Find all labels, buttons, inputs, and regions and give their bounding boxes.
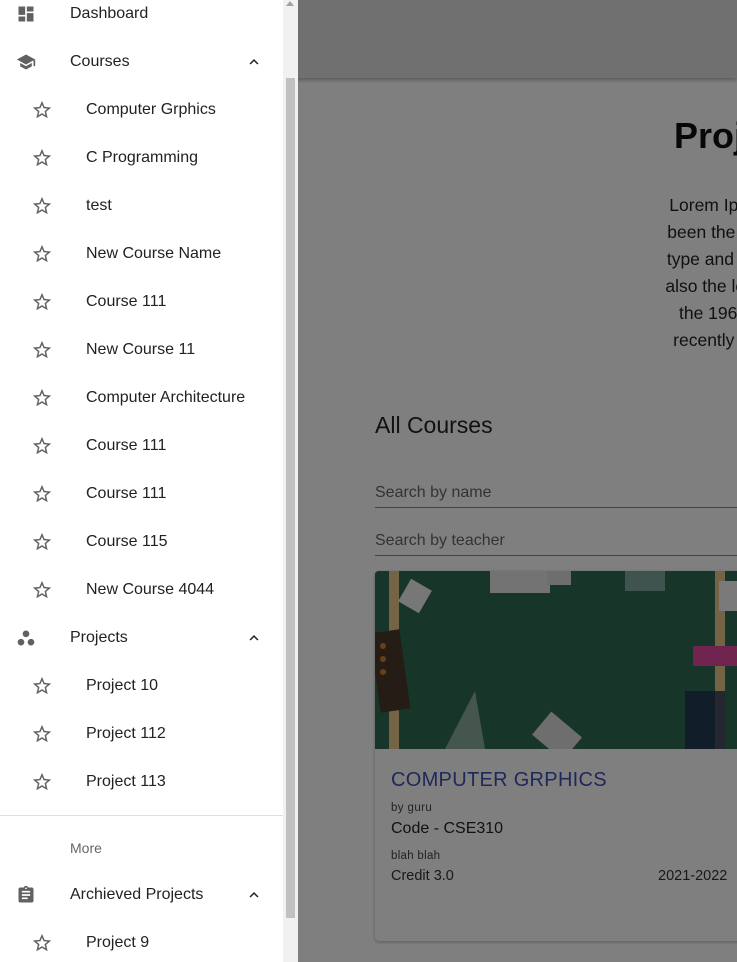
course-item[interactable]: Course 111 — [0, 422, 283, 470]
course-item-label: Computer Grphics — [86, 101, 216, 118]
nav-group-label: Projects — [70, 629, 128, 646]
course-item[interactable]: New Course 11 — [0, 326, 283, 374]
navigation-drawer: Dashboard Courses Computer Grphics C Pro… — [0, 0, 298, 962]
project-item-label: Project 112 — [86, 725, 166, 742]
course-item[interactable]: New Course Name — [0, 230, 283, 278]
chevron-up-icon[interactable] — [245, 53, 263, 71]
assignment-icon — [18, 885, 34, 903]
drawer-divider — [0, 815, 283, 816]
star-outline-icon[interactable] — [31, 579, 53, 601]
star-outline-icon[interactable] — [31, 723, 53, 745]
course-item-label: New Course Name — [86, 245, 222, 262]
course-item-label: Course 115 — [86, 533, 168, 550]
school-icon — [16, 54, 36, 70]
course-item[interactable]: test — [0, 182, 283, 230]
course-item[interactable]: C Programming — [0, 134, 283, 182]
star-outline-icon[interactable] — [31, 771, 53, 793]
course-item[interactable]: Course 115 — [0, 518, 283, 566]
star-outline-icon[interactable] — [31, 387, 53, 409]
nav-group-label: Courses — [70, 53, 130, 70]
star-outline-icon[interactable] — [31, 932, 53, 954]
star-outline-icon[interactable] — [31, 99, 53, 121]
course-item[interactable]: Computer Grphics — [0, 86, 283, 134]
course-item-label: Course 111 — [86, 437, 167, 454]
nav-group-courses[interactable]: Courses — [0, 38, 283, 86]
nav-item-label: Dashboard — [70, 5, 149, 22]
course-item[interactable]: Course 111 — [0, 470, 283, 518]
project-item[interactable]: Project 113 — [0, 758, 283, 806]
dashboard-icon — [18, 6, 34, 22]
course-item-label: New Course 11 — [86, 341, 196, 358]
star-outline-icon[interactable] — [31, 483, 53, 505]
nav-group-projects[interactable]: Projects — [0, 614, 283, 662]
star-outline-icon[interactable] — [31, 243, 53, 265]
star-outline-icon[interactable] — [31, 195, 53, 217]
star-outline-icon[interactable] — [31, 339, 53, 361]
course-item[interactable]: Course 111 — [0, 278, 283, 326]
project-item[interactable]: Project 112 — [0, 710, 283, 758]
course-item[interactable]: Computer Architecture — [0, 374, 283, 422]
star-outline-icon[interactable] — [31, 435, 53, 457]
project-item-label: Project 10 — [86, 677, 159, 694]
nav-group-label: Archieved Projects — [70, 886, 204, 903]
star-outline-icon[interactable] — [31, 531, 53, 553]
chevron-up-icon[interactable] — [245, 629, 263, 647]
course-item-label: Course 111 — [86, 485, 167, 502]
project-item-label: Project 113 — [86, 773, 166, 790]
course-item-label: Course 111 — [86, 293, 167, 310]
course-item-label: Computer Architecture — [86, 389, 246, 406]
star-outline-icon[interactable] — [31, 675, 53, 697]
course-item-label: test — [86, 197, 112, 214]
workspaces-icon — [17, 630, 35, 646]
more-subheader: More — [70, 840, 102, 856]
chevron-up-icon[interactable] — [245, 886, 263, 904]
archived-project-item-label: Project 9 — [86, 934, 150, 951]
course-item-label: New Course 4044 — [86, 581, 215, 598]
course-item[interactable]: New Course 4044 — [0, 566, 283, 614]
course-item-label: C Programming — [86, 149, 199, 166]
scroll-up-arrow-icon[interactable] — [286, 1, 294, 6]
archived-project-item[interactable]: Project 9 — [0, 919, 283, 962]
star-outline-icon[interactable] — [31, 147, 53, 169]
nav-item-dashboard[interactable]: Dashboard — [0, 0, 283, 38]
project-item[interactable]: Project 10 — [0, 662, 283, 710]
star-outline-icon[interactable] — [31, 291, 53, 313]
drawer-scrollbar-thumb[interactable] — [286, 78, 295, 918]
nav-group-archived-projects[interactable]: Archieved Projects — [0, 871, 283, 919]
